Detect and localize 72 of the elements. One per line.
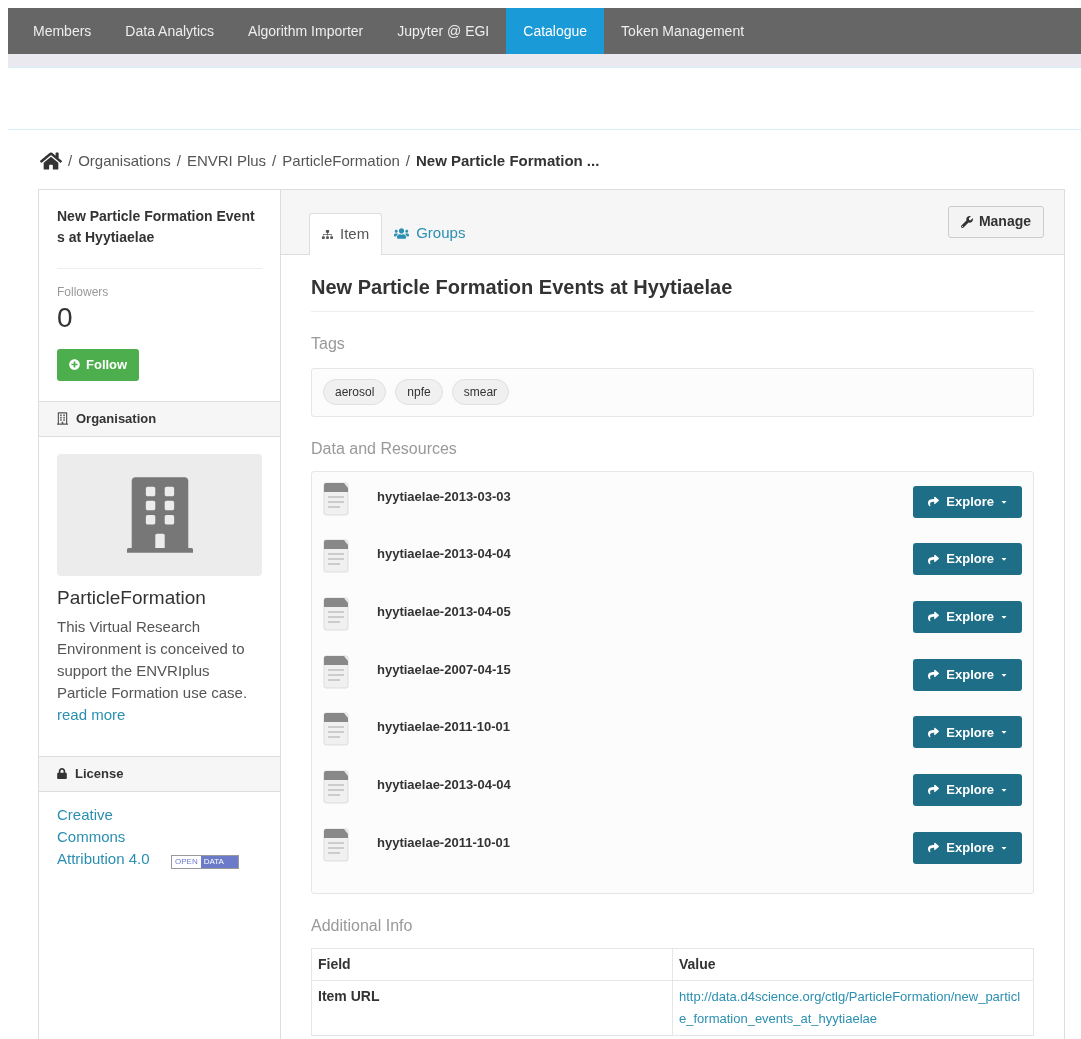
breadcrumb-separator: / bbox=[405, 151, 410, 171]
building-icon bbox=[57, 412, 68, 425]
lock-icon bbox=[57, 768, 67, 779]
nav-tab[interactable]: Token Management bbox=[604, 8, 762, 54]
tab[interactable]: Item bbox=[309, 212, 383, 255]
share-icon bbox=[927, 669, 941, 681]
explore-button[interactable]: Explore bbox=[913, 831, 1022, 864]
organisation-description: This Virtual Research Environment is conceived to support the ENVRIplus Particle Formation use case. read more bbox=[57, 616, 249, 725]
breadcrumb-separator: / bbox=[68, 151, 73, 171]
data-file-icon bbox=[323, 769, 349, 804]
share-icon bbox=[927, 726, 941, 738]
nav-tab[interactable]: Members bbox=[16, 8, 109, 54]
tab[interactable]: Groups bbox=[382, 212, 478, 255]
breadcrumb-link[interactable]: ParticleFormation bbox=[282, 150, 400, 173]
tag-pill[interactable]: smear bbox=[451, 379, 510, 405]
table-cell: Item URL bbox=[311, 980, 673, 1036]
data-file-icon bbox=[323, 712, 349, 747]
organisation-name: ParticleFormation bbox=[57, 585, 207, 610]
section-title: License bbox=[75, 764, 124, 783]
breadcrumb-link[interactable]: New Particle Formation ... bbox=[416, 150, 600, 173]
item-url-link[interactable]: http://data.d4science.org/ctlg/ParticleFormation/new_particle_formation_events_at_hyytiaelae bbox=[679, 986, 1027, 1031]
share-icon bbox=[927, 611, 941, 623]
item-heading: New Particle Formation Events at Hyytiaelae bbox=[311, 274, 1034, 312]
read-more-link[interactable]: read more bbox=[57, 705, 126, 723]
resource-name[interactable]: hyytiaelae-2013-04-04 bbox=[377, 544, 914, 564]
resource-name[interactable]: hyytiaelae-2013-03-03 bbox=[377, 486, 914, 506]
breadcrumb-link[interactable]: ENVRI Plus bbox=[186, 150, 267, 173]
sitemap-icon bbox=[322, 228, 333, 240]
explore-button[interactable]: Explore bbox=[913, 773, 1022, 806]
nav-tab[interactable]: Catalogue bbox=[506, 8, 605, 54]
followers-count: 0 bbox=[57, 300, 74, 335]
nav-tab[interactable]: Jupyter @ EGI bbox=[380, 8, 507, 54]
users-icon bbox=[394, 227, 410, 240]
resource-name[interactable]: hyytiaelae-2013-04-04 bbox=[377, 774, 914, 795]
wrench-icon bbox=[960, 215, 973, 228]
nav-tab[interactable]: Data Analytics bbox=[108, 8, 232, 54]
resources-heading: Data and Resources bbox=[311, 438, 458, 459]
nav-tab[interactable]: Algorithm Importer bbox=[231, 8, 381, 54]
resource-name[interactable]: hyytiaelae-2011-10-01 bbox=[377, 832, 914, 853]
resource-name[interactable]: hyytiaelae-2013-04-05 bbox=[377, 601, 914, 622]
share-icon bbox=[927, 496, 941, 507]
tag-pill[interactable]: aerosol bbox=[323, 379, 387, 405]
followers-label: Followers bbox=[57, 283, 110, 301]
resource-name[interactable]: hyytiaelae-2011-10-01 bbox=[377, 717, 914, 737]
data-file-icon bbox=[323, 481, 349, 516]
plus-icon bbox=[69, 359, 80, 370]
explore-button[interactable]: Explore bbox=[913, 716, 1022, 749]
column-header: Value bbox=[672, 948, 1034, 981]
breadcrumb-separator: / bbox=[176, 151, 181, 171]
section-title: Organisation bbox=[76, 409, 157, 428]
data-file-icon bbox=[323, 827, 349, 862]
breadcrumb-link[interactable]: Organisations bbox=[78, 150, 171, 173]
manage-button[interactable]: Manage bbox=[947, 205, 1044, 238]
share-icon bbox=[927, 553, 941, 565]
share-icon bbox=[927, 842, 941, 854]
column-header: Field bbox=[311, 948, 673, 981]
explore-button[interactable]: Explore bbox=[913, 658, 1022, 691]
share-icon bbox=[927, 784, 941, 796]
item-title: New Particle Formation Events at Hyytiaelae bbox=[57, 205, 262, 269]
explore-button[interactable]: Explore bbox=[913, 543, 1022, 576]
open-data-badge: OPEN DATA bbox=[171, 854, 239, 869]
resource-name[interactable]: hyytiaelae-2007-04-15 bbox=[377, 659, 914, 680]
home-icon[interactable] bbox=[40, 151, 62, 172]
explore-button[interactable]: Explore bbox=[913, 600, 1022, 633]
breadcrumb-separator: / bbox=[272, 151, 277, 171]
tag-pill[interactable]: npfe bbox=[395, 379, 443, 405]
data-file-icon bbox=[323, 596, 349, 631]
data-file-icon bbox=[323, 654, 349, 689]
tags-heading: Tags bbox=[311, 333, 346, 354]
explore-button[interactable]: Explore bbox=[913, 485, 1022, 518]
data-file-icon bbox=[323, 539, 349, 574]
info-heading: Additional Info bbox=[311, 916, 414, 937]
